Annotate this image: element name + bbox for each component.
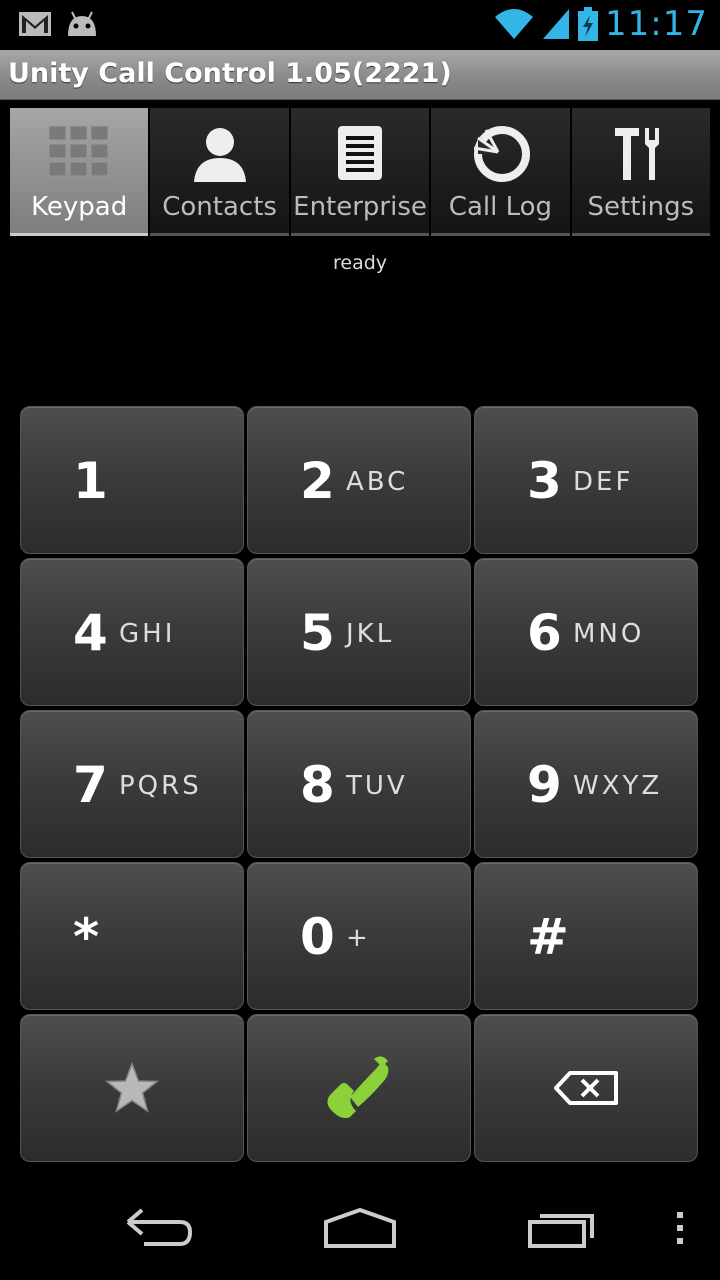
document-list-icon [338, 126, 383, 180]
key-digit: 0 [300, 908, 335, 966]
key-3[interactable]: 3 DEF [474, 406, 698, 554]
android-icon [68, 11, 96, 36]
tab-keypad[interactable]: Keypad [10, 108, 149, 236]
home-icon[interactable] [322, 1206, 398, 1250]
key-letters: GHI [119, 619, 176, 649]
call-button[interactable] [247, 1014, 471, 1162]
wifi-icon [495, 9, 534, 39]
tab-contacts[interactable]: Contacts [150, 108, 289, 236]
tab-label: Contacts [162, 192, 277, 222]
tab-label: Enterprise [293, 192, 427, 222]
tab-label: Keypad [31, 192, 128, 222]
clock: 11:17 [605, 4, 708, 44]
key-digit: 5 [300, 604, 335, 662]
key-digit: 1 [73, 452, 108, 510]
key-6[interactable]: 6 MNO [474, 558, 698, 706]
key-star[interactable]: * [20, 862, 244, 1010]
favorite-button[interactable] [20, 1014, 244, 1162]
key-digit: 8 [300, 756, 335, 814]
key-0[interactable]: 0 + [247, 862, 471, 1010]
keypad-grid-icon [48, 125, 109, 177]
recent-apps-icon[interactable] [526, 1206, 600, 1250]
key-letters: DEF [573, 467, 634, 497]
tab-bar: Keypad Contacts Enterprise Call Log Sett… [10, 108, 711, 236]
key-hash[interactable]: # [474, 862, 698, 1010]
key-letters: PQRS [119, 771, 202, 801]
tab-call-log[interactable]: Call Log [431, 108, 570, 236]
person-icon [193, 128, 246, 182]
tab-enterprise[interactable]: Enterprise [290, 108, 430, 236]
backspace-button[interactable] [474, 1014, 698, 1162]
tab-label: Call Log [448, 192, 553, 222]
key-digit: 6 [527, 604, 562, 662]
key-2[interactable]: 2 ABC [247, 406, 471, 554]
key-9[interactable]: 9 WXYZ [474, 710, 698, 858]
dial-keypad: 1 2 ABC 3 DEF 4 GHI 5 JKL 6 MNO 7 PQRS 8… [20, 406, 698, 1162]
key-digit: 3 [527, 452, 562, 510]
favorite-star-icon [104, 1062, 160, 1113]
back-icon[interactable] [124, 1206, 196, 1250]
key-letters: MNO [573, 619, 645, 649]
title-bar: Unity Call Control 1.05(2221) [0, 50, 720, 100]
key-digit: 4 [73, 604, 108, 662]
key-8[interactable]: 8 TUV [247, 710, 471, 858]
key-digit: # [527, 908, 569, 966]
signal-icon [543, 9, 570, 39]
tools-icon [614, 128, 659, 180]
key-letters: JKL [346, 619, 395, 649]
backspace-icon [554, 1071, 618, 1105]
key-1[interactable]: 1 [20, 406, 244, 554]
key-digit: 9 [527, 756, 562, 814]
key-digit: 7 [73, 756, 108, 814]
system-nav-bar [0, 1186, 720, 1280]
call-icon [327, 1056, 389, 1119]
key-letters: TUV [346, 771, 408, 801]
key-letters: ABC [346, 467, 409, 497]
gmail-icon [19, 12, 51, 36]
key-5[interactable]: 5 JKL [247, 558, 471, 706]
tab-label: Settings [587, 192, 695, 222]
status-bar: 11:17 [0, 0, 720, 50]
key-4[interactable]: 4 GHI [20, 558, 244, 706]
call-log-icon [474, 126, 531, 182]
key-7[interactable]: 7 PQRS [20, 710, 244, 858]
key-digit: * [73, 908, 100, 966]
key-letters: WXYZ [573, 771, 663, 801]
battery-charging-icon [578, 7, 599, 41]
key-digit: 2 [300, 452, 335, 510]
call-status-text: ready [332, 252, 388, 274]
tab-settings[interactable]: Settings [571, 108, 711, 236]
app-title: Unity Call Control 1.05(2221) [8, 58, 452, 89]
key-letters: + [346, 923, 371, 953]
overflow-menu-icon[interactable] [674, 1206, 686, 1250]
